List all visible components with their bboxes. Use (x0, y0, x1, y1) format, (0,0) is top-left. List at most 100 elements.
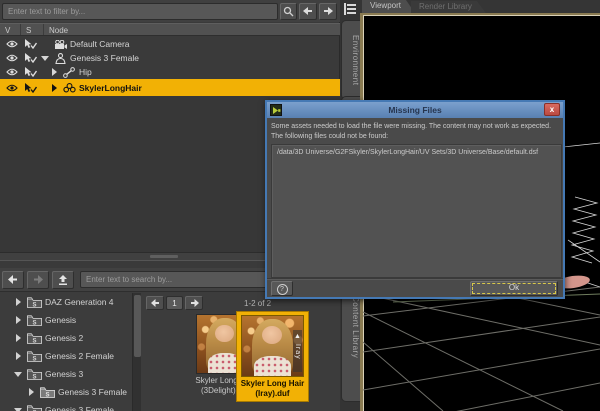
library-folder-row[interactable]: S Genesis 3 Female (0, 383, 132, 401)
selectable-cursor-icon[interactable] (20, 39, 41, 49)
selectable-cursor-icon[interactable] (20, 53, 41, 63)
scene-tree: Default Camera Genesis 3 Female Hip Skyl… (0, 37, 340, 96)
expand-down-icon[interactable] (14, 406, 25, 411)
visibility-eye-icon[interactable] (3, 68, 20, 76)
forward-arrow-button[interactable] (27, 270, 49, 289)
expand-right-icon[interactable] (14, 316, 25, 324)
column-header-node[interactable]: Node (44, 24, 340, 35)
expand-right-icon[interactable] (14, 298, 25, 306)
thumb-face-shape (215, 324, 234, 343)
library-folder-label[interactable]: DAZ Generation 4 (43, 297, 114, 307)
dialog-message: Some assets needed to load the file were… (271, 122, 561, 142)
dialog-message-line2: The following files could not be found: (271, 133, 389, 140)
library-folder-row[interactable]: S Genesis 2 (0, 329, 132, 347)
expand-right-icon[interactable] (50, 68, 61, 76)
column-header-visibility[interactable]: V (0, 24, 21, 35)
scene-node-label[interactable]: SkylerLongHair (77, 83, 142, 93)
expand-right-icon[interactable] (27, 388, 38, 396)
splitter-grip[interactable] (150, 255, 178, 258)
scene-row[interactable]: Default Camera (0, 37, 340, 51)
dialog-message-line1: Some assets needed to load the file were… (271, 123, 552, 130)
dialog-title: Missing Files (388, 105, 442, 115)
thumbnail-image[interactable]: ▲ Iray (241, 315, 304, 377)
tab-viewport[interactable]: Viewport (362, 0, 415, 13)
pager-count-label: 1-2 of 2 (244, 299, 272, 308)
visibility-eye-icon[interactable] (3, 84, 20, 92)
missing-files-list[interactable]: /data/3D Universe/G2FSkyler/SkylerLongHa… (271, 144, 562, 278)
camera-icon (52, 39, 68, 49)
iray-watermark: ▲ Iray (293, 330, 302, 372)
library-folder-label[interactable]: Genesis 3 (43, 369, 83, 379)
svg-text:S: S (45, 392, 49, 398)
scene-node-label[interactable]: Default Camera (68, 39, 130, 49)
scrollbar-thumb[interactable] (134, 295, 141, 357)
back-arrow-button[interactable] (2, 270, 24, 289)
expand-right-icon[interactable] (14, 334, 25, 342)
scene-row[interactable]: Hip (0, 65, 340, 79)
daz-folder-icon: S (25, 296, 43, 308)
help-button[interactable]: ? (271, 281, 293, 296)
page-number[interactable]: 1 (166, 296, 183, 310)
pane-menu-icon[interactable] (343, 2, 357, 16)
daz-folder-icon: S (25, 368, 43, 380)
visibility-eye-icon[interactable] (3, 40, 20, 48)
scene-row[interactable]: Genesis 3 Female (0, 51, 340, 65)
tab-environment[interactable]: Environment (341, 20, 360, 100)
page-next-button[interactable] (185, 296, 203, 310)
library-folder-label[interactable]: Genesis (43, 315, 76, 325)
library-folder-row[interactable]: S Genesis 3 (0, 365, 132, 383)
expand-down-icon[interactable] (14, 370, 25, 378)
svg-text:S: S (32, 356, 36, 362)
tab-render-library[interactable]: Render Library (411, 1, 486, 13)
column-header-selectable[interactable]: S (21, 24, 44, 35)
close-icon[interactable]: x (544, 103, 560, 116)
library-folder-row[interactable]: S Genesis 3 Female (0, 401, 132, 411)
dialog-titlebar[interactable]: Missing Files x (267, 102, 563, 118)
search-icon[interactable] (280, 2, 297, 20)
up-directory-button[interactable] (52, 270, 74, 289)
library-folder-row[interactable]: S Genesis 2 Female (0, 347, 132, 365)
expand-down-icon[interactable] (41, 54, 52, 62)
dialog-footer: ? Ok (267, 278, 563, 297)
expand-right-icon[interactable] (50, 83, 61, 92)
library-content-area: 1 1-2 of 2 Skyler Long Hair (3Delight).du… (143, 293, 340, 411)
scene-filter-bar (0, 0, 340, 22)
thumbnail-iray-selected[interactable]: ▲ Iray Skyler Long Hair (Iray).duf (236, 311, 309, 402)
hair-icon (61, 82, 77, 93)
scene-node-label[interactable]: Genesis 3 Female (68, 53, 139, 63)
selectable-cursor-icon[interactable] (20, 82, 41, 93)
library-folder-row[interactable]: S DAZ Generation 4 (0, 293, 132, 311)
figure-icon (52, 52, 68, 64)
selectable-cursor-icon[interactable] (20, 67, 41, 77)
library-tree-scrollbar[interactable] (132, 293, 141, 411)
expand-right-icon[interactable] (14, 352, 25, 360)
library-folder-label[interactable]: Genesis 3 Female (56, 387, 127, 397)
svg-text:S: S (32, 302, 36, 308)
daz-folder-icon: S (25, 314, 43, 326)
svg-text:S: S (32, 374, 36, 380)
library-folder-row[interactable]: S Genesis (0, 311, 132, 329)
scene-node-label[interactable]: Hip (77, 67, 92, 77)
visibility-eye-icon[interactable] (3, 54, 20, 62)
daz-folder-icon: S (25, 404, 43, 411)
bone-icon (61, 66, 77, 78)
library-folder-tree: S DAZ Generation 4 S Genesis S Genesis 2… (0, 293, 132, 411)
question-mark-icon: ? (276, 284, 288, 295)
viewport-tab-bar: Viewport Render Library (362, 0, 486, 13)
next-arrow-button[interactable] (319, 2, 337, 20)
library-folder-label[interactable]: Genesis 2 (43, 333, 83, 343)
daz-folder-icon: S (25, 332, 43, 344)
missing-files-dialog: Missing Files x Some assets needed to lo… (265, 100, 565, 299)
page-prev-button[interactable] (146, 296, 164, 310)
library-folder-label[interactable]: Genesis 2 Female (43, 351, 114, 361)
daz-folder-icon: S (25, 350, 43, 362)
thumb-dress-shape (254, 355, 291, 376)
ok-button[interactable]: Ok (470, 281, 558, 296)
scene-row[interactable]: SkylerLongHair (0, 79, 340, 96)
scene-tree-header: V S Node (0, 23, 340, 36)
scene-filter-input[interactable] (2, 2, 278, 20)
thumbnail-pager: 1 (146, 296, 203, 310)
svg-text:S: S (32, 320, 36, 326)
library-folder-label[interactable]: Genesis 3 Female (43, 405, 114, 411)
prev-arrow-button[interactable] (299, 2, 317, 20)
